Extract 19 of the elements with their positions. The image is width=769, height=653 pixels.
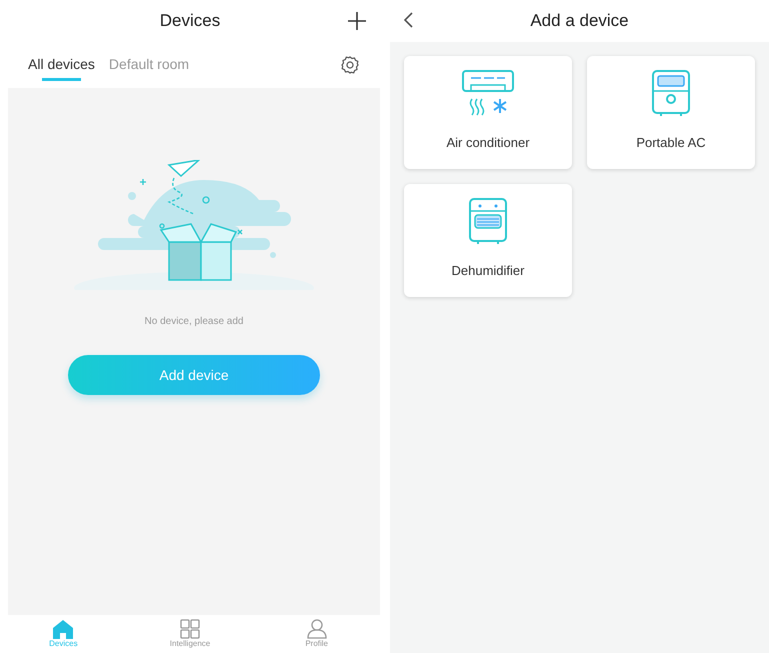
home-icon bbox=[52, 619, 74, 639]
screen-title: Devices bbox=[160, 11, 220, 31]
device-card[interactable]: Dehumidifier bbox=[404, 184, 572, 297]
device-card[interactable]: Air conditioner bbox=[404, 56, 572, 169]
person-icon bbox=[306, 619, 328, 639]
add-device-button[interactable]: Add device bbox=[68, 355, 320, 395]
dehumidifier-icon bbox=[468, 197, 508, 245]
air-conditioner-icon bbox=[461, 69, 515, 117]
settings-icon[interactable] bbox=[340, 55, 360, 75]
nav-tab[interactable]: Devices bbox=[0, 615, 127, 653]
screen-title: Add a device bbox=[530, 11, 629, 31]
empty-message: No device, please add bbox=[144, 316, 244, 327]
nav-tab[interactable]: Profile bbox=[253, 615, 380, 653]
grid-icon bbox=[179, 619, 201, 639]
portable-ac-icon bbox=[651, 69, 691, 117]
device-card[interactable]: Portable AC bbox=[587, 56, 755, 169]
room-tab[interactable]: All devices bbox=[28, 50, 95, 80]
nav-tab[interactable]: Intelligence bbox=[126, 615, 254, 653]
room-tab[interactable]: Default room bbox=[108, 50, 190, 80]
